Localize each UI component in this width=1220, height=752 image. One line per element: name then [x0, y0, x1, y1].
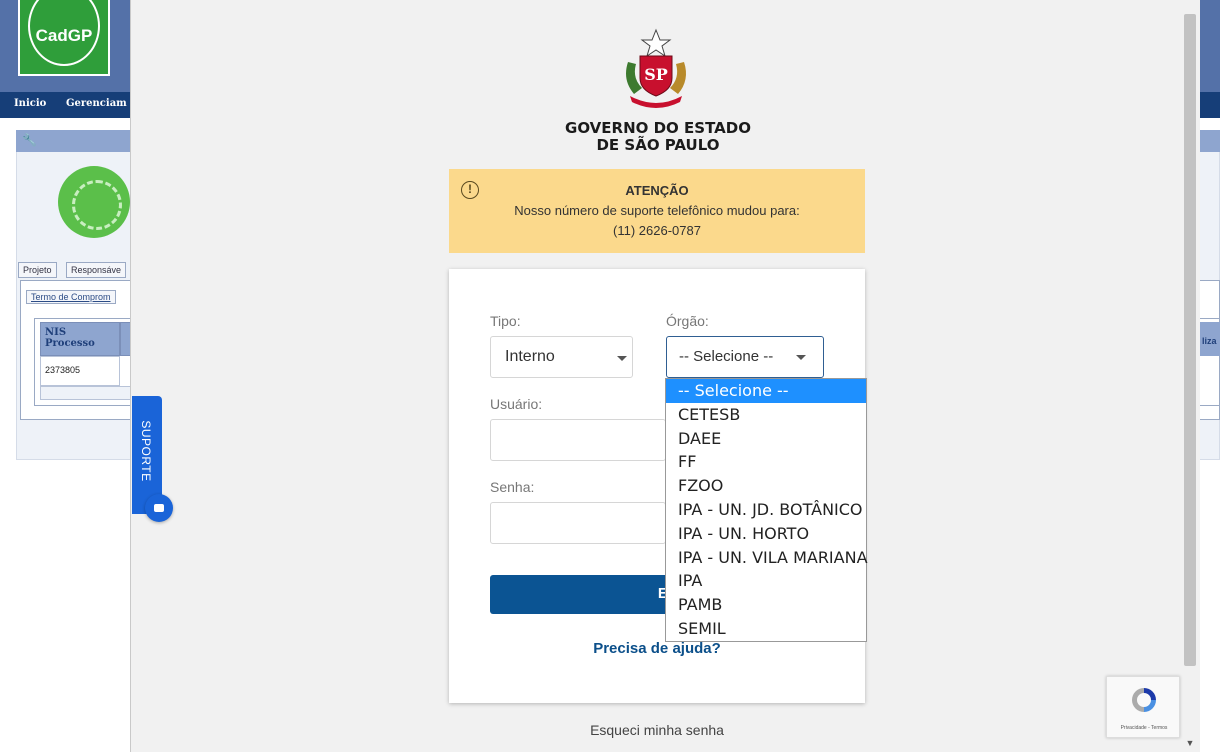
table-header-right: liza	[1200, 322, 1220, 356]
alert-phone: (11) 2626-0787	[613, 223, 701, 238]
logo-text: CadGP	[35, 26, 93, 45]
wrench-icon[interactable]: 🔧	[22, 133, 37, 147]
dropdown-option-pamb[interactable]: PAMB	[666, 593, 866, 617]
nav-item-gerenciamento[interactable]: Gerenciam	[66, 98, 127, 109]
orgao-dropdown-list[interactable]: -- Selecione -- CETESB DAEE FF FZOO IPA …	[665, 378, 868, 642]
table-row-empty	[40, 386, 134, 400]
seal-text: SP	[644, 65, 668, 84]
attention-banner: ! ATENÇÃO Nosso número de suporte telefô…	[449, 169, 865, 253]
scroll-down-arrow-icon[interactable]: ▼	[1183, 736, 1197, 750]
help-link[interactable]: Precisa de ajuda?	[449, 640, 865, 657]
dropdown-option-selecione[interactable]: -- Selecione --	[666, 379, 866, 403]
nav-item-inicio[interactable]: Inicio	[14, 98, 46, 109]
senha-input[interactable]	[490, 502, 666, 544]
alert-title: ATENÇÃO	[625, 183, 689, 198]
caret-down-icon	[617, 356, 627, 361]
dropdown-option-ff[interactable]: FF	[666, 450, 866, 474]
dropdown-option-ipa-vila-mariana[interactable]: IPA - UN. VILA MARIANA	[666, 546, 868, 570]
orgao-value: -- Selecione --	[679, 348, 774, 365]
tab-projeto[interactable]: Projeto	[18, 262, 57, 278]
dropdown-option-semil[interactable]: SEMIL	[666, 617, 866, 641]
table-cell-nis: 2373805	[40, 356, 120, 386]
tipo-select[interactable]: Interno	[490, 336, 633, 378]
dropdown-option-fzoo[interactable]: FZOO	[666, 474, 866, 498]
usuario-label: Usuário:	[490, 396, 543, 412]
tipo-value: Interno	[505, 348, 555, 365]
brand-line-2: DE SÃO PAULO	[596, 136, 720, 154]
brand-line-1: GOVERNO DO ESTADO	[565, 119, 751, 137]
senha-label: Senha:	[490, 479, 535, 495]
plant-logo-icon	[58, 166, 130, 238]
alert-message: Nosso número de suporte telefônico mudou…	[514, 203, 800, 218]
caret-down-icon	[796, 355, 806, 360]
table-header-nis: NIS Processo	[40, 322, 120, 356]
brand-title: GOVERNO DO ESTADO DE SÃO PAULO	[558, 120, 758, 154]
dropdown-option-daee[interactable]: DAEE	[666, 427, 866, 451]
scrollbar-thumb[interactable]	[1184, 14, 1196, 666]
tab-responsavel[interactable]: Responsáve	[66, 262, 127, 278]
chat-bubble-icon[interactable]	[145, 494, 173, 522]
support-label: SUPORTE	[139, 420, 153, 482]
tipo-label: Tipo:	[490, 313, 521, 329]
dropdown-option-ipa[interactable]: IPA	[666, 569, 866, 593]
recaptcha-icon	[1132, 688, 1156, 712]
recaptcha-text: Privacidade - Termos	[1120, 725, 1168, 731]
usuario-input[interactable]	[490, 419, 666, 461]
dropdown-option-ipa-jd-botanico[interactable]: IPA - UN. JD. BOTÂNICO	[666, 498, 866, 522]
orgao-select[interactable]: -- Selecione --	[666, 336, 824, 378]
subtab-termo[interactable]: Termo de Comprom	[26, 290, 116, 304]
dropdown-option-cetesb[interactable]: CETESB	[666, 403, 866, 427]
orgao-label: Órgão:	[666, 313, 709, 329]
dropdown-option-ipa-horto[interactable]: IPA - UN. HORTO	[666, 522, 866, 546]
sao-paulo-seal-icon: SP	[626, 28, 686, 108]
forgot-password-link[interactable]: Esqueci minha senha	[449, 722, 865, 738]
recaptcha-badge[interactable]: Privacidade - Termos	[1106, 676, 1180, 738]
cadgp-logo[interactable]: CadGP	[18, 0, 110, 76]
